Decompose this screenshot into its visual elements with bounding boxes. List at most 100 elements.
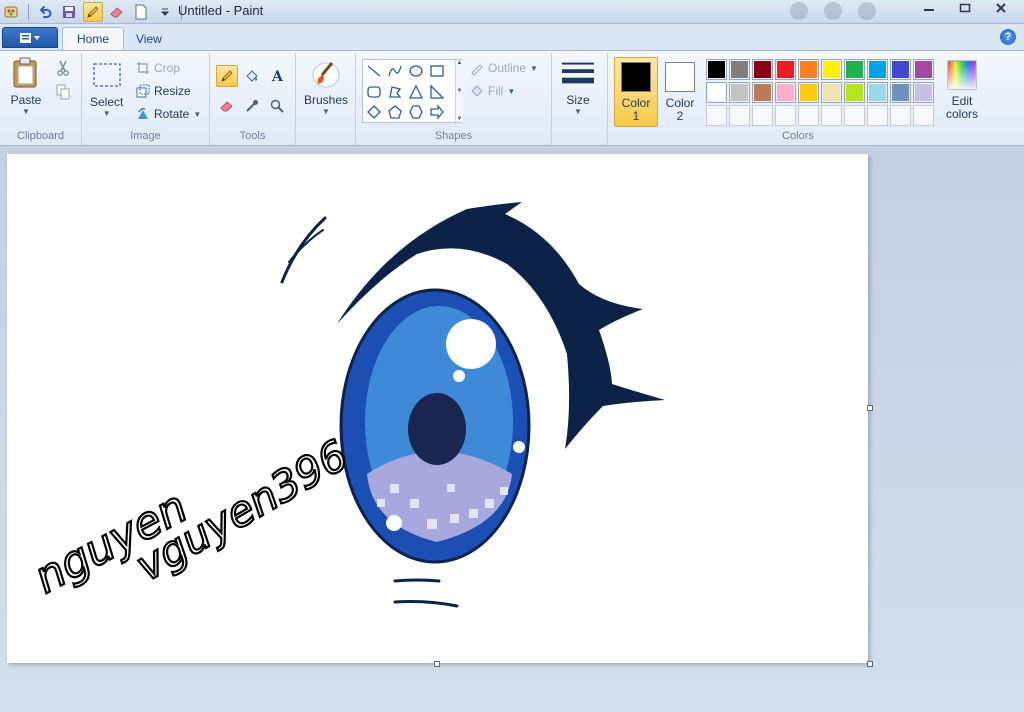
palette-empty-slot[interactable] [752,105,773,126]
rotate-icon [138,108,148,119]
lower-lash-2 [393,600,459,608]
palette-swatch[interactable] [798,59,819,80]
drawing-canvas[interactable]: nguyen vguyen396 [7,154,868,663]
magnifier-icon[interactable] [266,95,288,117]
curve-shape-icon[interactable] [385,61,405,81]
paste-dropdown-icon[interactable]: ▼ [22,107,30,116]
file-menu-button[interactable] [2,27,58,48]
eye-highlight-small [453,370,465,382]
palette-empty-slot[interactable] [844,105,865,126]
help-icon[interactable]: ? [1000,29,1016,45]
edit-colors-button[interactable]: Edit colors [940,59,984,121]
canvas-resize-handle-right[interactable] [867,405,873,411]
close-icon[interactable] [986,0,1016,16]
palette-empty-slot[interactable] [867,105,888,126]
palette-swatch[interactable] [844,82,865,103]
eraser-tool-icon[interactable] [216,95,238,117]
shapes-scrollbar[interactable]: ▲ ▼ ▼ [455,60,463,122]
paste-button[interactable]: Paste ▼ [10,57,42,116]
pencil-icon[interactable] [83,2,103,22]
clipboard-group: Paste ▼ Clipboard [0,53,82,145]
diamond-shape-icon[interactable] [364,102,384,122]
palette-empty-slot[interactable] [706,105,727,126]
drawing-artwork: nguyen vguyen396 [25,202,665,608]
color-picker-icon[interactable] [241,95,263,117]
outline-button[interactable]: Outline ▼ [470,61,538,75]
palette-swatch[interactable] [798,82,819,103]
right-triangle-shape-icon[interactable] [427,82,447,102]
outline-dropdown-icon[interactable]: ▼ [530,64,538,73]
palette-swatch[interactable] [867,59,888,80]
eye-highlight-large [446,319,496,369]
palette-empty-slot[interactable] [821,105,842,126]
palette-empty-slot[interactable] [798,105,819,126]
palette-swatch[interactable] [706,82,727,103]
palette-empty-slot[interactable] [775,105,796,126]
minimize-icon[interactable] [914,0,944,16]
hexagon-shape-icon[interactable] [406,102,426,122]
rotate-button[interactable]: Rotate ▼ [136,107,201,121]
cut-icon[interactable] [52,57,74,79]
size-button[interactable]: Size ▼ [562,57,594,116]
size-dropdown-icon[interactable]: ▼ [574,107,582,116]
palette-swatch[interactable] [821,59,842,80]
paint-app-icon[interactable] [2,2,22,22]
palette-swatch[interactable] [913,59,934,80]
palette-swatch[interactable] [867,82,888,103]
palette-swatch[interactable] [752,82,773,103]
palette-swatch[interactable] [890,82,911,103]
pentagon-shape-icon[interactable] [385,102,405,122]
tab-view[interactable]: View [122,27,176,50]
faded-background-icons [790,2,876,20]
rotate-dropdown-icon[interactable]: ▼ [193,110,201,119]
brushes-button[interactable]: Brushes ▼ [304,57,348,116]
eraser-icon[interactable] [107,2,127,22]
palette-swatch[interactable] [729,59,750,80]
palette-swatch[interactable] [706,59,727,80]
fill-dropdown-icon[interactable]: ▼ [507,87,515,96]
fill-bucket-icon[interactable] [241,65,263,87]
canvas-resize-handle-bottom[interactable] [434,661,440,667]
palette-swatch[interactable] [775,59,796,80]
palette-swatch[interactable] [844,59,865,80]
rectangle-shape-icon[interactable] [427,61,447,81]
select-dropdown-icon[interactable]: ▼ [103,109,111,118]
image-group-label: Image [130,130,161,142]
palette-swatch[interactable] [775,82,796,103]
window-controls [914,0,1016,16]
palette-empty-slot[interactable] [890,105,911,126]
crop-button[interactable]: Crop [136,61,180,75]
crop-icon [137,62,149,74]
palette-swatch[interactable] [752,59,773,80]
arrow-shape-icon[interactable] [427,102,447,122]
palette-swatch[interactable] [821,82,842,103]
palette-empty-slot[interactable] [913,105,934,126]
tab-home[interactable]: Home [62,27,125,50]
palette-swatch[interactable] [729,82,750,103]
qat-separator [28,4,29,20]
pencil-tool-icon[interactable] [216,65,238,87]
copy-icon[interactable] [52,81,74,103]
resize-button[interactable]: Resize [136,84,191,98]
brushes-dropdown-icon[interactable]: ▼ [322,107,330,116]
undo-icon[interactable] [35,2,55,22]
polygon-shape-icon[interactable] [385,82,405,102]
customize-dropdown-icon[interactable] [155,2,175,22]
canvas-resize-handle-corner[interactable] [867,661,873,667]
palette-empty-slot[interactable] [729,105,750,126]
color2-button[interactable]: Color 2 [658,57,702,127]
triangle-shape-icon[interactable] [406,82,426,102]
select-button[interactable]: Select ▼ [90,59,123,118]
save-icon[interactable] [59,2,79,22]
line-shape-icon[interactable] [364,61,384,81]
fill-button[interactable]: Fill ▼ [470,84,515,98]
oval-shape-icon[interactable] [406,61,426,81]
maximize-icon[interactable] [950,0,980,16]
palette-swatch[interactable] [913,82,934,103]
rounded-rectangle-shape-icon[interactable] [364,82,384,102]
text-tool-icon[interactable]: A [266,65,288,87]
palette-swatch[interactable] [890,59,911,80]
new-file-icon[interactable] [131,2,151,22]
color1-button[interactable]: Color 1 [614,57,658,127]
fill-label: Fill [488,84,504,98]
